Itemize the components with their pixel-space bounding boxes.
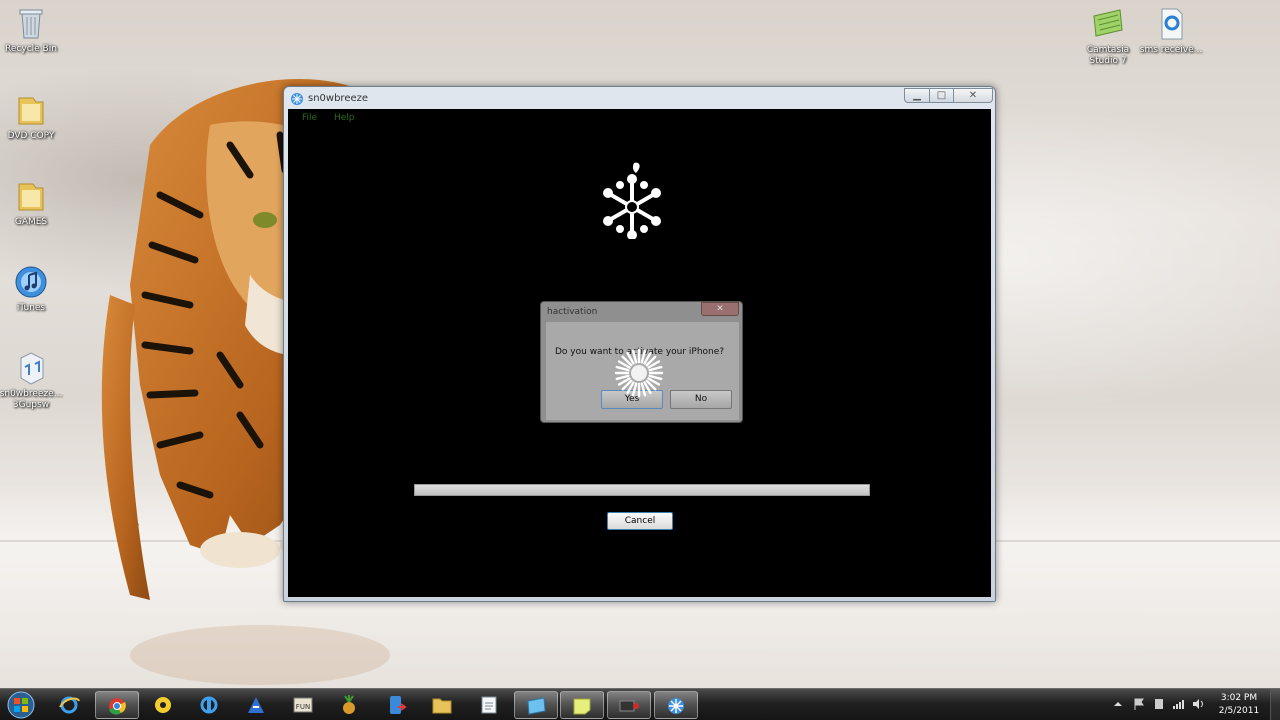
taskbar-record-icon[interactable]	[607, 691, 651, 719]
sn0wbreeze-app-icon	[291, 93, 303, 105]
taskbar-pineapple-icon[interactable]	[328, 691, 372, 719]
show-desktop-button[interactable]	[1270, 689, 1280, 720]
show-hidden-icons-icon[interactable]	[1111, 697, 1125, 711]
folder-icon	[18, 97, 44, 125]
volume-icon[interactable]	[1191, 697, 1205, 711]
document-icon	[1161, 8, 1183, 40]
desktop-icon-dvd-copy[interactable]: DVD COPY	[0, 92, 67, 142]
spinner-ray	[648, 365, 663, 372]
desktop-icon-label: sn0wbreeze... 3Gupsw	[0, 389, 63, 410]
progress-bar	[414, 484, 870, 496]
taskbar-pin-icon[interactable]	[235, 691, 279, 719]
spinner-ray	[631, 349, 638, 364]
desktop-icon-recycle-bin[interactable]: Recycle Bin	[0, 5, 67, 55]
taskbar-media-icon[interactable]	[142, 691, 186, 719]
taskbar: FUN 3:02 PM 2/5/2011	[0, 688, 1280, 720]
svg-text:FUN: FUN	[296, 703, 310, 711]
taskbar-chrome-icon[interactable]	[95, 691, 139, 719]
desktop-icon-label: sms receive...	[1139, 45, 1203, 55]
folder-icon	[18, 183, 44, 211]
taskbar-phone-tool-icon[interactable]	[375, 691, 419, 719]
close-button[interactable]: ✕	[953, 88, 993, 103]
taskbar-paint-icon[interactable]	[188, 691, 232, 719]
taskbar-camtasia-icon[interactable]	[514, 691, 558, 719]
desktop-icon-sn0wbreeze-ipsw[interactable]: sn0wbreeze... 3Gupsw	[0, 350, 67, 411]
network-tray-icon[interactable]	[1171, 697, 1185, 711]
menu-bar: File Help	[302, 113, 368, 123]
sn0wbreeze-logo-icon	[603, 162, 661, 239]
ipsw-file-icon	[20, 352, 44, 385]
taskbar-sn0wbreeze-icon[interactable]	[654, 691, 698, 719]
desktop-icon-label: GAMES	[14, 217, 48, 227]
taskbar-notepad-icon[interactable]	[468, 691, 512, 719]
desktop-icon-label: Camtasia Studio 7	[1086, 45, 1130, 66]
taskbar-fun-icon[interactable]: FUN	[282, 691, 326, 719]
start-button[interactable]	[4, 690, 38, 720]
system-clock[interactable]: 3:02 PM 2/5/2011	[1214, 692, 1264, 718]
desktop-icon-itunes[interactable]: iTunes	[0, 264, 67, 314]
menu-help[interactable]: Help	[334, 113, 355, 123]
clock-date: 2/5/2011	[1218, 706, 1260, 716]
menu-file[interactable]: File	[302, 113, 317, 123]
dialog-title: hactivation	[547, 307, 598, 317]
no-button[interactable]: No	[670, 390, 732, 409]
desktop-icon-sms-receive[interactable]: sms receive...	[1135, 6, 1207, 56]
taskbar-ie-icon[interactable]	[48, 691, 92, 719]
spinner-ray	[648, 374, 663, 381]
spinner-ray	[640, 349, 647, 364]
desktop-icon-label: Recycle Bin	[5, 44, 57, 54]
recycle-bin-icon	[19, 9, 43, 39]
action-center-flag-icon[interactable]	[1132, 697, 1146, 711]
loading-spinner-icon	[614, 348, 664, 398]
desktop-icon-games[interactable]: GAMES	[0, 178, 67, 228]
desktop-icon-label: DVD COPY	[7, 131, 55, 141]
camtasia-icon	[1093, 9, 1123, 37]
maximize-button[interactable]: □	[929, 88, 954, 103]
minimize-button[interactable]: ▁	[904, 88, 930, 103]
progress-fill	[415, 485, 869, 495]
taskbar-folder-icon[interactable]	[421, 691, 465, 719]
spinner-ray	[615, 365, 630, 372]
window-title: sn0wbreeze	[308, 93, 369, 104]
clock-time: 3:02 PM	[1220, 693, 1258, 703]
itunes-icon	[15, 266, 47, 298]
device-tray-icon[interactable]	[1152, 697, 1166, 711]
spinner-ray	[640, 382, 647, 397]
spinner-ray	[631, 382, 638, 397]
desktop-icon-camtasia[interactable]: Camtasia Studio 7	[1072, 6, 1144, 67]
spinner-ray	[615, 374, 630, 381]
cancel-button[interactable]: Cancel	[607, 512, 673, 530]
dialog-close-button[interactable]: ✕	[701, 302, 739, 316]
desktop-icon-label: iTunes	[16, 303, 46, 313]
taskbar-sticky-notes-icon[interactable]	[560, 691, 604, 719]
